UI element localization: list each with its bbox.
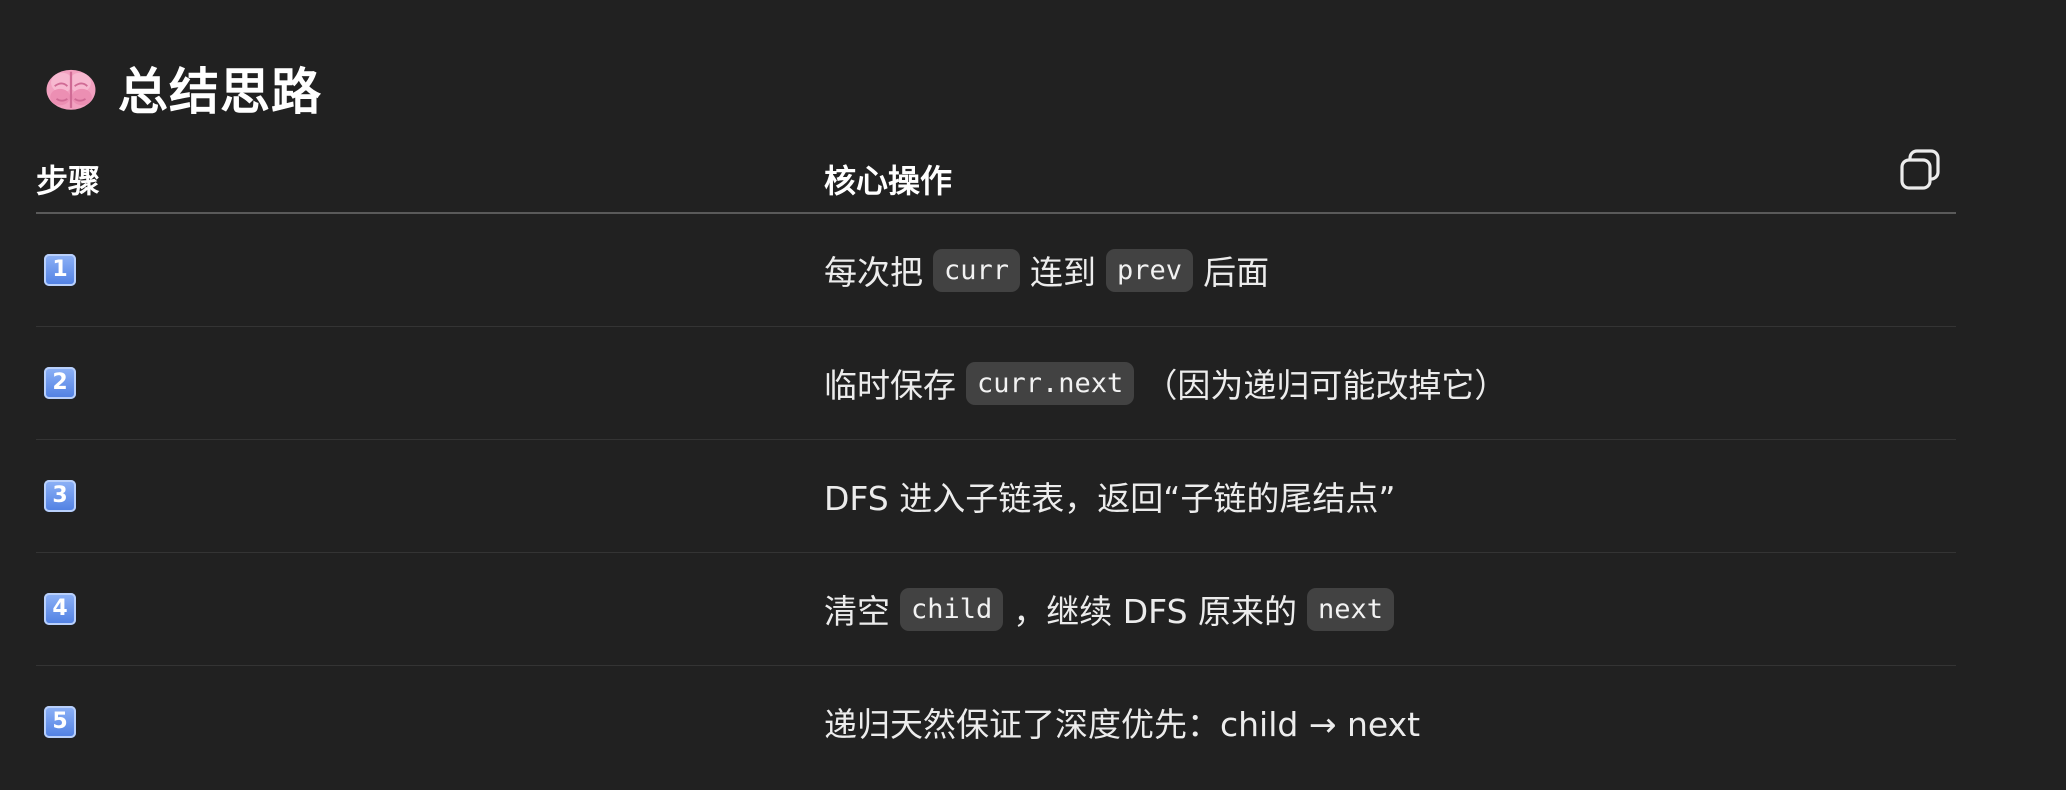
- keycap-two-icon: 2: [44, 367, 76, 399]
- operation-cell: 临时保存 curr.next （因为递归可能改掉它）: [824, 327, 1507, 439]
- operation-text: 后面: [1203, 253, 1270, 292]
- brain-icon: [46, 69, 96, 110]
- table-row: 3 DFS 进入子链表，返回“子链的尾结点”: [36, 440, 1956, 553]
- table-row: 4 清空 child ，继续 DFS 原来的 next: [36, 553, 1956, 666]
- table-row: 5 递归天然保证了深度优先：child → next: [36, 666, 1956, 778]
- inline-code: prev: [1106, 248, 1194, 292]
- operation-text: 清空: [824, 592, 890, 631]
- keycap-one-icon: 1: [44, 254, 76, 286]
- summary-table: 步骤 核心操作 1 每次把 curr 连到 prev 后面 2 临时保存 cur…: [36, 140, 1956, 778]
- operation-text: 临时保存: [824, 366, 956, 405]
- operation-cell: 每次把 curr 连到 prev 后面: [824, 214, 1269, 326]
- section-heading: 总结思路: [42, 52, 322, 124]
- operation-cell: DFS 进入子链表，返回“子链的尾结点”: [824, 440, 1395, 552]
- column-header-operation: 核心操作: [824, 162, 953, 200]
- column-header-step: 步骤: [36, 162, 101, 200]
- operation-cell: 递归天然保证了深度优先：child → next: [824, 666, 1420, 778]
- inline-code: child: [900, 587, 1004, 631]
- table-header: 步骤 核心操作: [36, 140, 1956, 214]
- inline-code: next: [1307, 587, 1395, 631]
- keycap-four-icon: 4: [44, 593, 76, 625]
- inline-code: curr.next: [966, 361, 1135, 405]
- operation-text: 每次把: [824, 253, 923, 292]
- operation-text: DFS 进入子链表，返回“子链的尾结点”: [824, 479, 1396, 518]
- operation-text: 递归天然保证了深度优先：child → next: [824, 705, 1421, 744]
- table-row: 1 每次把 curr 连到 prev 后面: [36, 214, 1956, 327]
- operation-text: ，继续 DFS 原来的: [1013, 592, 1298, 631]
- table-row: 2 临时保存 curr.next （因为递归可能改掉它）: [36, 327, 1956, 440]
- operation-cell: 清空 child ，继续 DFS 原来的 next: [824, 553, 1404, 665]
- keycap-three-icon: 3: [44, 480, 76, 512]
- operation-text: 连到: [1030, 253, 1097, 292]
- keycap-five-icon: 5: [44, 706, 76, 738]
- inline-code: curr: [933, 248, 1021, 292]
- section-title: 总结思路: [118, 63, 322, 121]
- operation-text: （因为递归可能改掉它）: [1144, 366, 1508, 405]
- copy-icon[interactable]: [1898, 148, 1942, 192]
